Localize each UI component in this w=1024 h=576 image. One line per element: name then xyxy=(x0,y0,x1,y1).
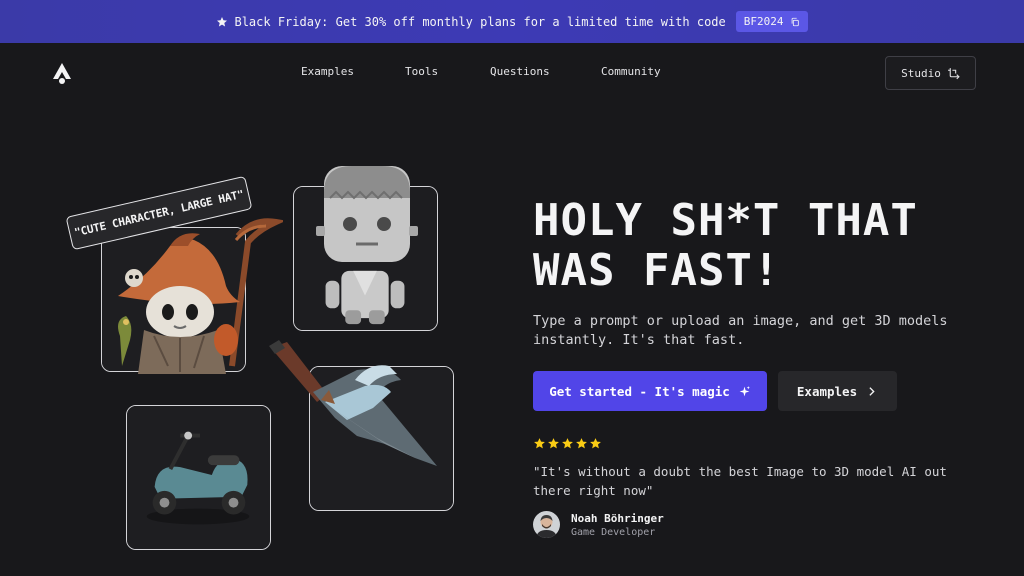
scooter-card xyxy=(126,405,271,550)
logo-icon[interactable] xyxy=(50,61,74,85)
author-name: Noah Böhringer xyxy=(571,511,664,525)
avatar xyxy=(533,511,560,538)
testimonial-author: Noah Böhringer Game Developer xyxy=(533,511,664,538)
examples-button[interactable]: Examples xyxy=(778,371,897,411)
hero-title-line2: WAS FAST! xyxy=(533,245,781,296)
testimonial-quote: "It's without a doubt the best Image to … xyxy=(533,464,947,498)
top-nav: Examples Tools Questions Community Studi… xyxy=(0,43,1024,103)
rating-stars xyxy=(533,437,602,450)
studio-button[interactable]: Studio xyxy=(885,56,976,90)
nav-link-examples[interactable]: Examples xyxy=(301,65,354,78)
hero-title: HOLY SH*T THAT WAS FAST! xyxy=(533,196,993,296)
promo-banner: Black Friday: Get 30% off monthly plans … xyxy=(0,0,1024,43)
crop-arrow-icon xyxy=(947,67,960,79)
star-icon xyxy=(217,16,228,26)
star-icon xyxy=(590,438,601,449)
sparkle-icon xyxy=(739,385,750,396)
blade-weapon-image xyxy=(269,340,437,466)
copy-icon xyxy=(791,17,799,26)
promo-code-button[interactable]: BF2024 xyxy=(735,11,808,32)
star-icon xyxy=(548,438,559,449)
get-started-button[interactable]: Get started - It's magic xyxy=(533,371,767,411)
star-icon xyxy=(534,438,545,449)
scooter-model-image xyxy=(127,406,270,549)
nav-link-questions[interactable]: Questions xyxy=(490,65,550,78)
star-icon xyxy=(576,438,587,449)
nav-link-tools[interactable]: Tools xyxy=(405,65,438,78)
examples-label: Examples xyxy=(796,383,858,399)
promo-code: BF2024 xyxy=(743,15,784,28)
banner-text: Black Friday: Get 30% off monthly plans … xyxy=(234,14,726,29)
hero-title-line1: HOLY SH*T THAT xyxy=(533,195,918,246)
star-icon xyxy=(562,438,573,449)
studio-label: Studio xyxy=(901,66,941,80)
nav-link-community[interactable]: Community xyxy=(601,65,661,78)
author-role: Game Developer xyxy=(571,526,656,538)
hero-subtitle: Type a prompt or upload an image, and ge… xyxy=(533,313,948,348)
chevron-right-icon xyxy=(869,386,875,396)
frankenstein-head xyxy=(316,166,418,262)
get-started-label: Get started - It's magic xyxy=(549,383,730,399)
hat-character-image xyxy=(118,218,283,374)
